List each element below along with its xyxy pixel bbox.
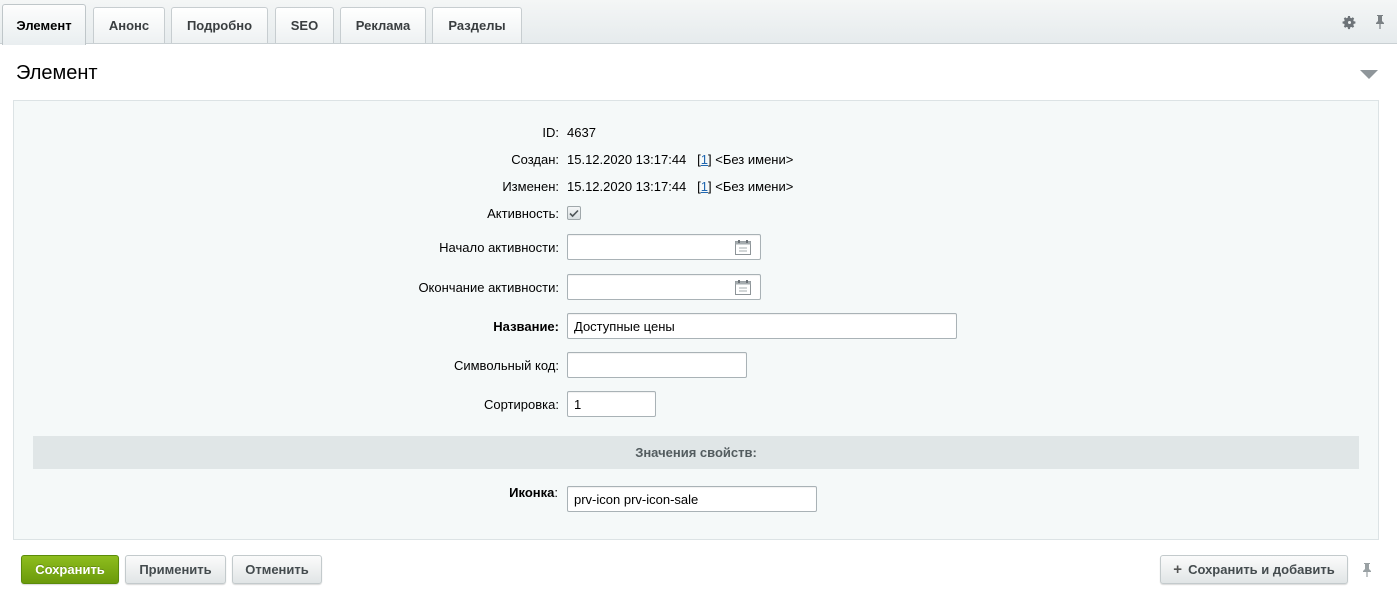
modified-user-link[interactable]: 1 [701, 179, 708, 194]
active-label: Активность: [487, 206, 559, 221]
checkmark-icon [569, 209, 579, 217]
modified-value: 15.12.2020 13:17:44 [1] <Без имени> [567, 179, 793, 194]
gear-icon[interactable] [1341, 14, 1357, 30]
modified-label: Изменен: [502, 179, 559, 194]
tab-detail[interactable]: Подробно [171, 7, 268, 43]
icon-prop-input[interactable] [567, 486, 817, 512]
created-value: 15.12.2020 13:17:44 [1] <Без имени> [567, 152, 793, 167]
cancel-button-label: Отменить [245, 562, 309, 577]
name-input[interactable] [567, 313, 957, 339]
name-label: Название: [493, 319, 559, 334]
sort-input[interactable] [567, 391, 656, 417]
tab-sections[interactable]: Разделы [432, 7, 522, 43]
code-label: Символьный код: [453, 358, 559, 373]
tab-label: Анонс [108, 18, 150, 33]
active-to-input[interactable] [567, 274, 761, 300]
created-user-name: <Без имени> [715, 152, 794, 167]
active-to-label: Окончание активности: [418, 280, 559, 295]
created-date: 15.12.2020 13:17:44 [567, 152, 687, 167]
calendar-icon[interactable] [735, 240, 751, 255]
properties-header: Значения свойств: [33, 436, 1359, 469]
active-from-input[interactable] [567, 234, 761, 260]
icon-prop-label-text: Иконка [509, 485, 555, 500]
pin-icon[interactable] [1372, 14, 1388, 30]
save-button-label: Сохранить [35, 562, 105, 577]
created-label: Создан: [511, 152, 559, 167]
section-title: Элемент [16, 62, 98, 84]
cancel-button[interactable]: Отменить [232, 555, 322, 584]
collapse-triangle-icon[interactable] [1360, 70, 1378, 79]
save-button[interactable]: Сохранить [21, 555, 119, 584]
pin-icon[interactable] [1361, 562, 1375, 580]
tab-seo[interactable]: SEO [275, 7, 334, 43]
sort-label: Сортировка: [484, 397, 559, 412]
modified-bracket-close: ] [707, 179, 712, 194]
apply-button-label: Применить [139, 562, 212, 577]
tab-label: Разделы [448, 18, 506, 33]
created-user-link[interactable]: 1 [701, 152, 708, 167]
modified-user-name: <Без имени> [715, 179, 794, 194]
tab-advertising[interactable]: Реклама [340, 7, 426, 43]
apply-button[interactable]: Применить [125, 555, 226, 584]
icon-prop-label: Иконка: [509, 485, 558, 500]
tab-label: SEO [290, 18, 319, 33]
code-input[interactable] [567, 352, 747, 378]
id-value: 4637 [567, 125, 596, 140]
calendar-icon[interactable] [735, 280, 751, 295]
tab-label: Подробно [186, 18, 253, 33]
tab-announce[interactable]: Анонс [93, 7, 165, 43]
icon-prop-label-colon: : [554, 485, 558, 500]
active-from-label: Начало активности: [439, 240, 559, 255]
created-bracket-close: ] [707, 152, 712, 167]
plus-icon: + [1173, 561, 1183, 578]
tab-label: Реклама [355, 18, 411, 33]
id-label: ID: [542, 125, 559, 140]
save-and-add-label: Сохранить и добавить [1188, 562, 1335, 577]
active-checkbox[interactable] [567, 206, 581, 220]
modified-date: 15.12.2020 13:17:44 [567, 179, 687, 194]
tab-element[interactable]: Элемент [2, 4, 86, 45]
tab-bar: Элемент Анонс Подробно SEO Реклама Разде… [0, 0, 1397, 45]
save-and-add-button[interactable]: + Сохранить и добавить [1160, 555, 1348, 584]
tab-label: Элемент [16, 17, 72, 33]
